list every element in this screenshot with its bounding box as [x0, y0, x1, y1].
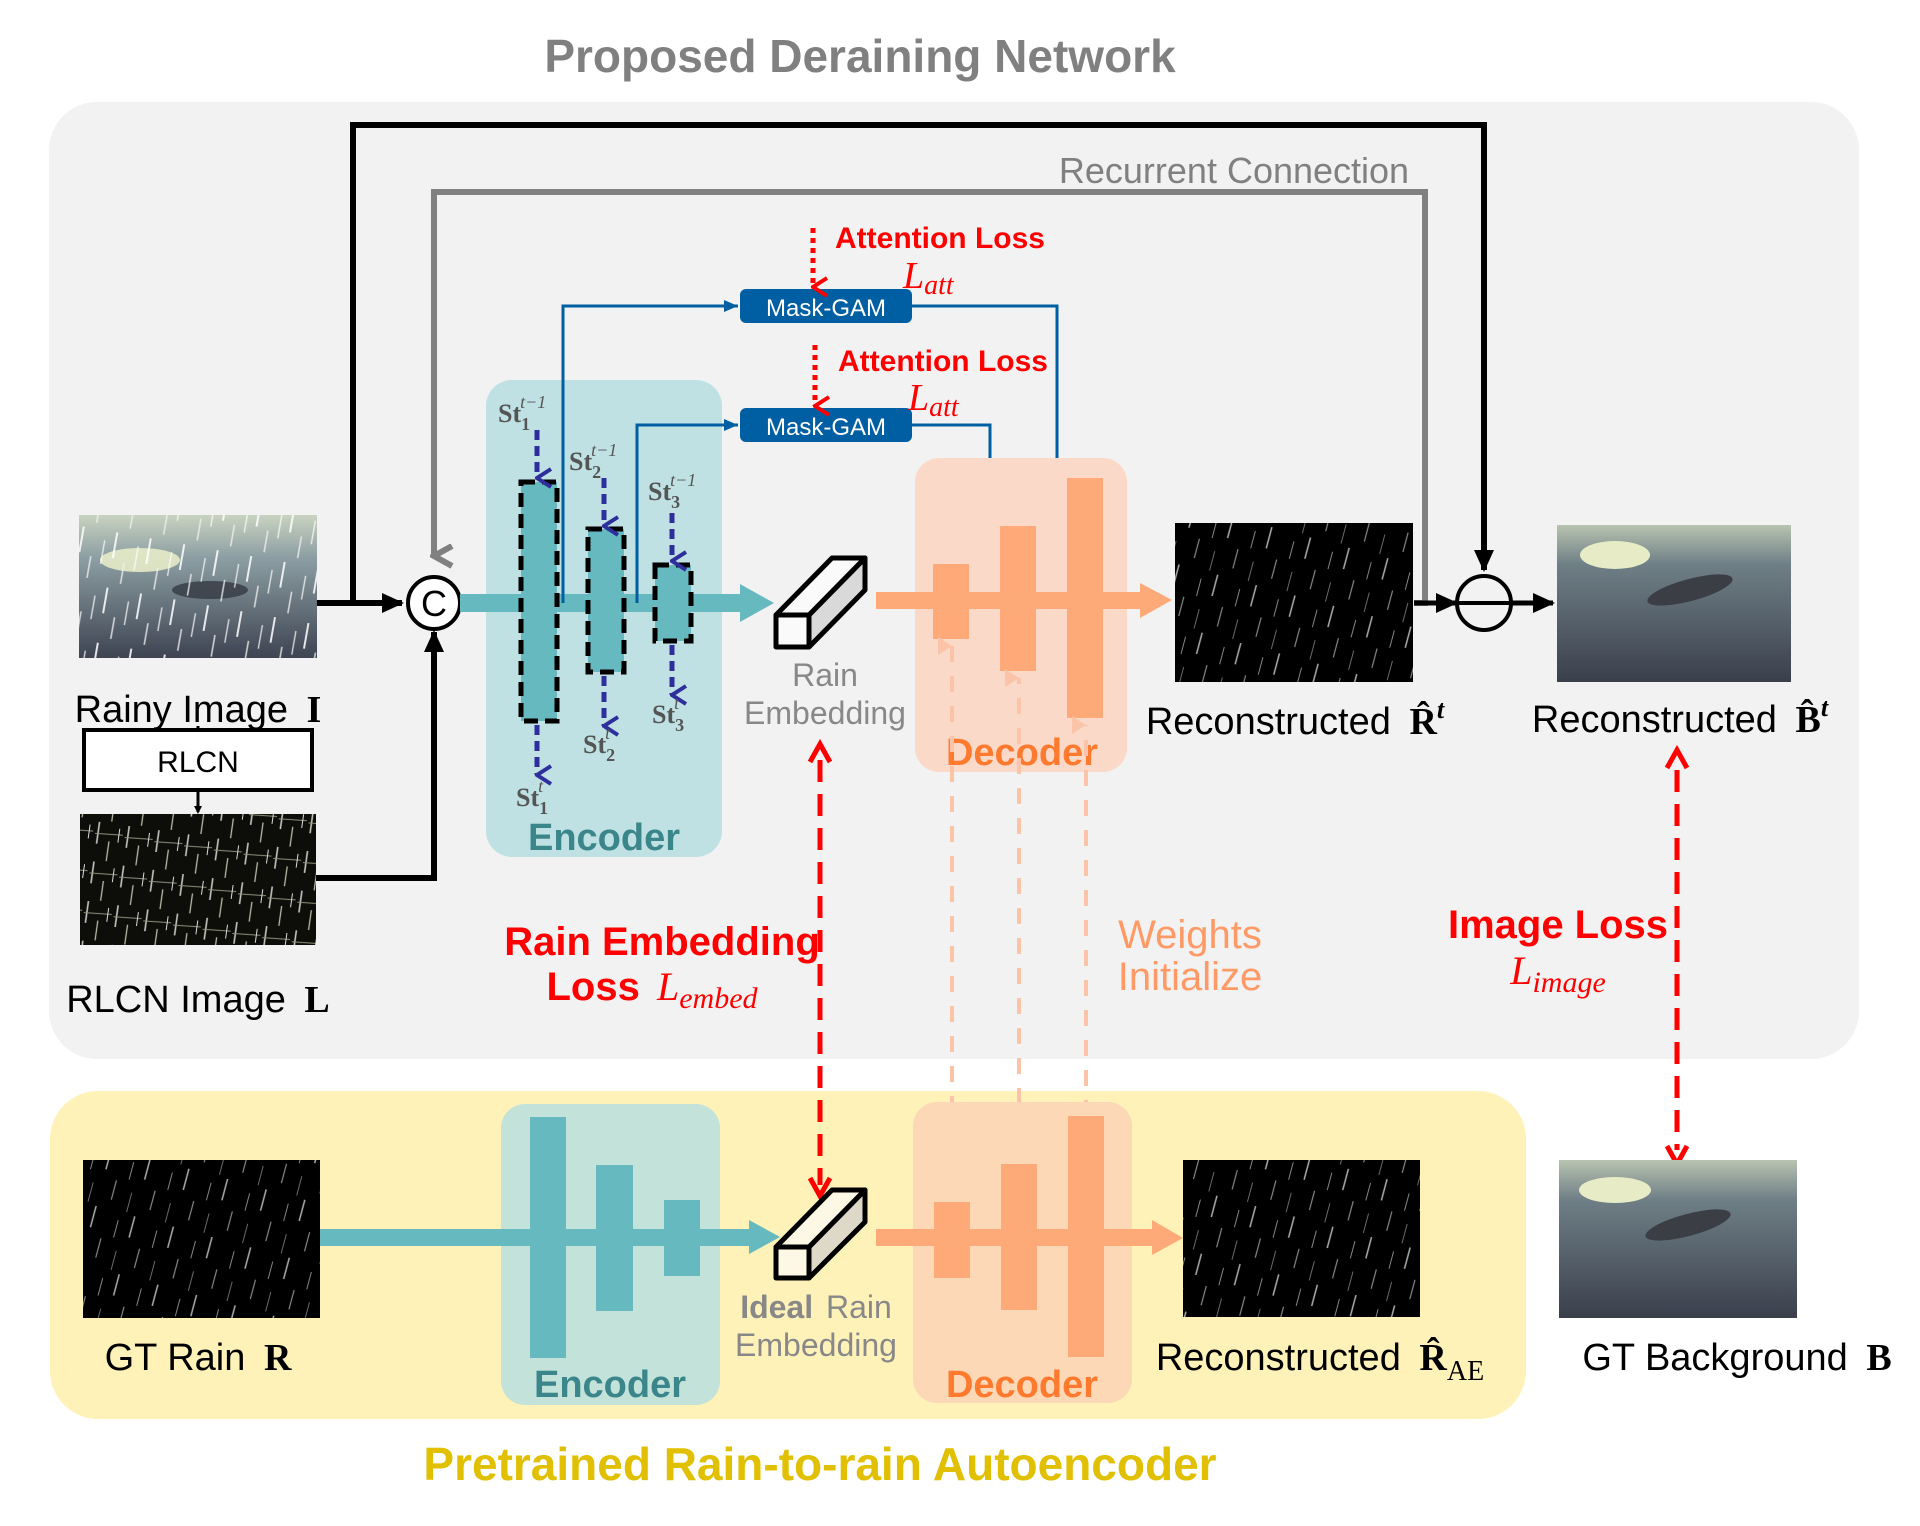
- rain-embedding-label-1: Rain: [792, 657, 858, 693]
- gt-background-label: GT Background B: [1582, 1337, 1891, 1379]
- rlcn-symbol: L: [304, 979, 329, 1021]
- decoder-layer-2: [1000, 526, 1036, 671]
- ae-reconstructed-rain-image: [1183, 1160, 1420, 1317]
- ae-decoder-label: Decoder: [946, 1364, 1098, 1406]
- autoencoder-title: Pretrained Rain-to-rain Autoencoder: [423, 1438, 1216, 1490]
- rlcn-label-text: RLCN Image: [66, 979, 286, 1021]
- rain-embedding-label-2: Embedding: [744, 695, 906, 731]
- encoder-layer-1: [518, 479, 560, 724]
- ae-encoder-layer-2: [596, 1165, 633, 1311]
- gt-background-image: [1559, 1160, 1797, 1318]
- rlcn-image-label: RLCN Image L: [66, 979, 330, 1021]
- diagram-title: Proposed Deraining Network: [544, 30, 1176, 82]
- weights-initialize-label-2: Initialize: [1118, 955, 1263, 999]
- decoder-label: Decoder: [946, 732, 1098, 774]
- rainy-image-label: Rainy Image I: [75, 689, 322, 731]
- weights-initialize-label-1: Weights: [1118, 913, 1262, 957]
- rlcn-image: [80, 814, 316, 945]
- ideal-embedding-label-2: Embedding: [735, 1327, 897, 1363]
- diagram-canvas: Proposed Deraining Network Recurrent Con…: [49, 30, 1892, 1490]
- concat-symbol: C: [421, 583, 447, 624]
- reconstructed-background-image: [1557, 525, 1791, 682]
- mask-gam-1: Mask-GAM: [740, 289, 912, 323]
- rainy-image: [79, 515, 317, 658]
- ae-encoder-layer-3: [664, 1200, 700, 1276]
- encoder-label: Encoder: [528, 817, 680, 859]
- ae-encoder-layer-1: [530, 1117, 566, 1358]
- ae-decoder-layer-2: [1001, 1164, 1037, 1310]
- reconstructed-rain-image: [1175, 523, 1413, 682]
- rainy-label-text: Rainy Image: [75, 689, 288, 731]
- recurrent-connection-label: Recurrent Connection: [1059, 150, 1409, 191]
- ae-decoder-layer-1: [934, 1202, 970, 1278]
- encoder-layer-3: [652, 562, 694, 644]
- rainy-symbol: I: [307, 689, 322, 731]
- ideal-embedding-label-1: Ideal Rain: [740, 1289, 892, 1325]
- decoder-layer-3: [1067, 478, 1103, 718]
- ae-decoder-layer-3: [1068, 1116, 1104, 1357]
- ae-encoder-label: Encoder: [534, 1364, 686, 1406]
- rlcn-box-label: RLCN: [157, 746, 239, 779]
- attention-loss-2-label: Attention Loss: [838, 345, 1048, 378]
- encoder-layer-2: [585, 526, 627, 675]
- mask-gam-1-label: Mask-GAM: [766, 295, 886, 322]
- mask-gam-2: Mask-GAM: [740, 408, 912, 442]
- mask-gam-2-label: Mask-GAM: [766, 414, 886, 441]
- attention-loss-1-label: Attention Loss: [835, 222, 1045, 255]
- decoder-layer-1: [933, 564, 969, 639]
- gt-rain-label: GT Rain R: [105, 1337, 292, 1379]
- gt-rain-image: [83, 1160, 320, 1318]
- reconstructed-background-label: Reconstructed B̂t: [1532, 693, 1829, 741]
- image-loss-label: Image Loss: [1448, 903, 1668, 947]
- concat-node: C: [406, 575, 462, 631]
- embedding-loss-label-1: Rain Embedding: [504, 920, 820, 964]
- reconstructed-rain-label: Reconstructed R̂t: [1146, 695, 1445, 743]
